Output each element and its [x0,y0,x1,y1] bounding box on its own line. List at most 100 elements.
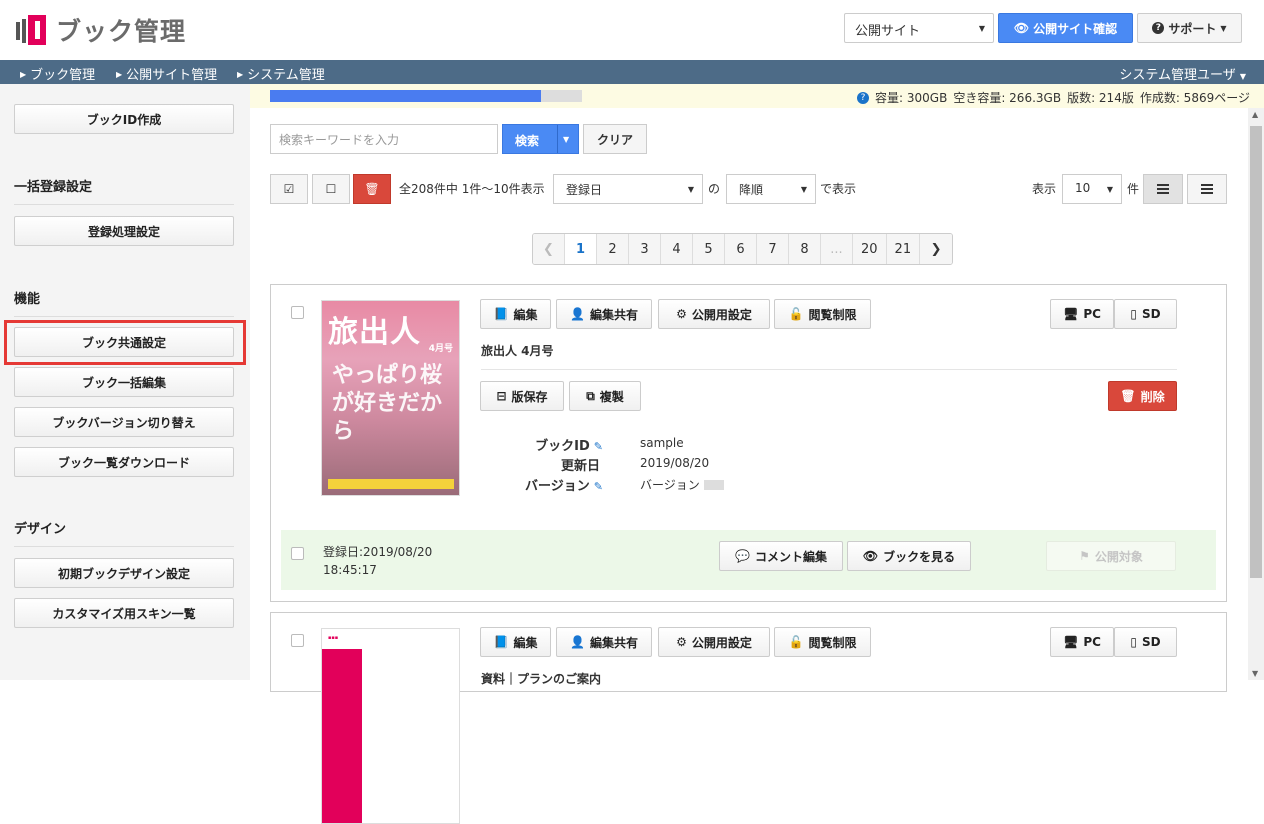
scroll-up-icon[interactable]: ▲ [1252,110,1258,119]
restrict-label: 閲覧制限 [808,307,857,322]
design-heading: デザイン [14,522,67,537]
chevron-down-icon: ▼ [800,185,807,194]
site-select[interactable]: 公開サイト ▼ [844,13,994,43]
publish-settings-button[interactable]: ⚙ 公開用設定 [658,299,770,329]
book-version-switch-button[interactable]: ブックバージョン切り替え [14,407,234,437]
cover-logo: ▪▪▪ [328,635,339,641]
scrollbar[interactable]: ▲ ▼ [1248,108,1264,680]
inbox-icon: ⊟ [496,389,507,403]
nav-label: ブック管理 [30,68,96,83]
page-button[interactable]: 2 [597,234,629,264]
publish-settings-button[interactable]: ⚙ 公開用設定 [658,627,770,657]
bulk-registration-heading: 一括登録設定 [14,180,93,195]
nav-item-book-management[interactable]: ▶ ブック管理 [20,64,95,83]
page-button[interactable]: 7 [757,234,789,264]
pencil-icon[interactable]: ✎ [594,440,603,453]
book-cover[interactable]: 旅出人 4月号 やっぱり桜が好きだから [321,300,460,496]
list-view-button[interactable] [1187,174,1227,204]
book-id-label-text: ブックID [535,439,590,454]
page-button[interactable]: 4 [661,234,693,264]
edit-button[interactable]: 📘 編集 [480,299,551,329]
share-edit-button[interactable]: 👤 編集共有 [556,627,652,657]
public-site-confirm-button[interactable]: 👁 公開サイト確認 [998,13,1133,43]
prev-page-button[interactable]: ❮ [533,234,565,264]
nav-item-public-site[interactable]: ▶ 公開サイト管理 [116,64,217,83]
question-icon[interactable]: ? [857,91,870,104]
share-label: 編集共有 [589,635,638,650]
access-restriction-button[interactable]: 🔓 閲覧制限 [774,627,871,657]
next-page-button[interactable]: ❯ [920,234,953,264]
cover-band [328,479,454,489]
page-button[interactable]: 8 [789,234,821,264]
sd-preview-button[interactable]: ▯ SD [1114,627,1177,657]
pc-preview-button[interactable]: 🖥 PC [1050,299,1114,329]
custom-skin-list-button[interactable]: カスタマイズ用スキン一覧 [14,598,234,628]
pc-preview-button[interactable]: 🖥 PC [1050,627,1114,657]
chevron-down-icon[interactable]: ▼ [563,135,569,144]
book-id-label: ブックID ✎ [513,435,603,454]
share-edit-button[interactable]: 👤 編集共有 [556,299,652,329]
free-space-text: 空き容量: 266.3GB [953,91,1062,105]
triangle-right-icon: ▶ [20,70,27,79]
search-input[interactable]: 検索キーワードを入力 [270,124,498,154]
save-version-button[interactable]: ⊟ 版保存 [480,381,564,411]
page-button[interactable]: 6 [725,234,757,264]
divider [14,316,234,317]
page-button[interactable]: 1 [565,234,597,264]
support-button[interactable]: ? サポート ▼ [1137,13,1242,43]
grid-view-button[interactable] [1143,174,1183,204]
page-button[interactable]: 3 [629,234,661,264]
check-all-button[interactable]: ☑ [270,174,308,204]
footer-checkbox[interactable] [291,547,304,560]
bulk-delete-button[interactable]: 🗑 [353,174,391,204]
page-button[interactable]: 20 [853,234,887,264]
pencil-icon[interactable]: ✎ [594,480,603,493]
per-page-value: 10 [1075,181,1091,195]
book-bulk-edit-button[interactable]: ブック一括編集 [14,367,234,397]
nav-item-system[interactable]: ▶ システム管理 [237,64,325,83]
create-book-id-button[interactable]: ブックID作成 [14,104,234,134]
publish-target-button[interactable]: ⚑ 公開対象 [1046,541,1176,571]
app-logo[interactable]: ブック管理 [14,12,186,48]
scroll-thumb[interactable] [1250,126,1262,578]
storage-progress [270,90,582,102]
duplicate-button[interactable]: ⧉ 複製 [569,381,641,411]
page-button[interactable]: 21 [886,234,921,264]
sort-order-select[interactable]: 降順 ▼ [726,174,816,204]
storage-info: ? 容量: 300GB 空き容量: 266.3GB 版数: 214版 作成数: … [857,89,1250,106]
page-button[interactable]: 5 [693,234,725,264]
book-checkbox[interactable] [291,306,304,319]
clear-button[interactable]: クリア [583,124,647,154]
updated-label: 更新日 [560,459,600,474]
book-list-download-button[interactable]: ブック一覧ダウンロード [14,447,234,477]
search-button[interactable]: 検索 ▼ [502,124,579,154]
registration-settings-button[interactable]: 登録処理設定 [14,216,234,246]
sd-preview-button[interactable]: ▯ SD [1114,299,1177,329]
display-suffix: で表示 [820,182,857,196]
trash-icon: 🗑 [364,182,380,196]
user-menu[interactable]: システム管理ユーザ ▼ [1119,64,1246,83]
scroll-down-icon[interactable]: ▼ [1252,669,1258,678]
sidebar: ブックID作成 一括登録設定 登録処理設定 機能 ブック共通設定 ブック一括編集… [0,84,250,680]
uncheck-all-button[interactable]: ☐ [312,174,350,204]
version-value-text: バージョン [640,478,700,492]
view-book-button[interactable]: 👁 ブックを見る [847,541,971,571]
book-icon: 📘 [493,635,509,649]
checkbox-checked-icon: ☑ [283,182,295,196]
book-cover[interactable]: ▪▪▪ [321,628,460,824]
unlock-icon: 🔓 [788,307,804,321]
divider [557,125,558,153]
per-page-select[interactable]: 10 ▼ [1062,174,1122,204]
book-checkbox[interactable] [291,634,304,647]
initial-book-design-button[interactable]: 初期ブックデザイン設定 [14,558,234,588]
book-title: 旅出人 4月号 [481,344,554,358]
access-restriction-button[interactable]: 🔓 閲覧制限 [774,299,871,329]
search-label: 検索 [515,134,540,148]
edit-button[interactable]: 📘 編集 [480,627,551,657]
sort-field-select[interactable]: 登録日 ▼ [553,174,703,204]
copy-icon: ⧉ [586,388,595,403]
publish-settings-label: 公開用設定 [691,635,752,650]
flag-icon: ⚑ [1079,549,1090,563]
comment-edit-button[interactable]: 💬 コメント編集 [719,541,843,571]
delete-button[interactable]: 🗑 削除 [1108,381,1177,411]
